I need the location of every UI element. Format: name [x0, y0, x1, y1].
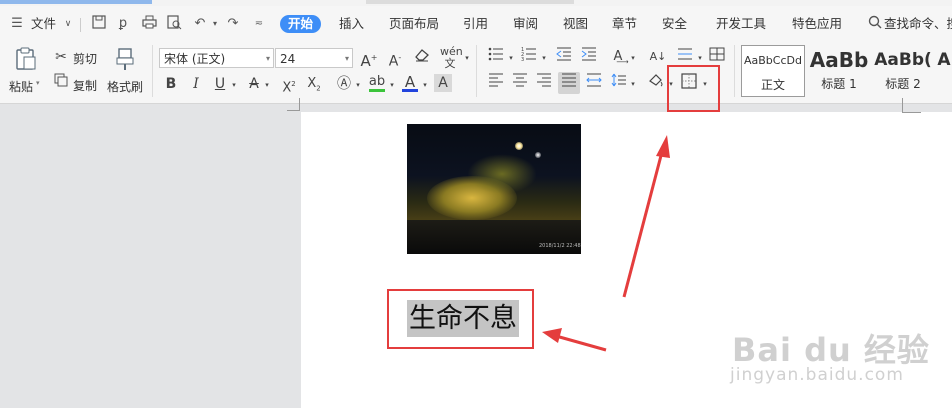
arrow-head-up	[656, 135, 670, 158]
arrow-to-heading	[555, 334, 607, 352]
arrow-head-left	[542, 328, 562, 343]
baidu-watermark: Bai du 经验 jingyan.baidu.com	[730, 325, 940, 385]
arrow-to-borders-button	[622, 147, 665, 298]
watermark-url: jingyan.baidu.com	[730, 365, 904, 385]
